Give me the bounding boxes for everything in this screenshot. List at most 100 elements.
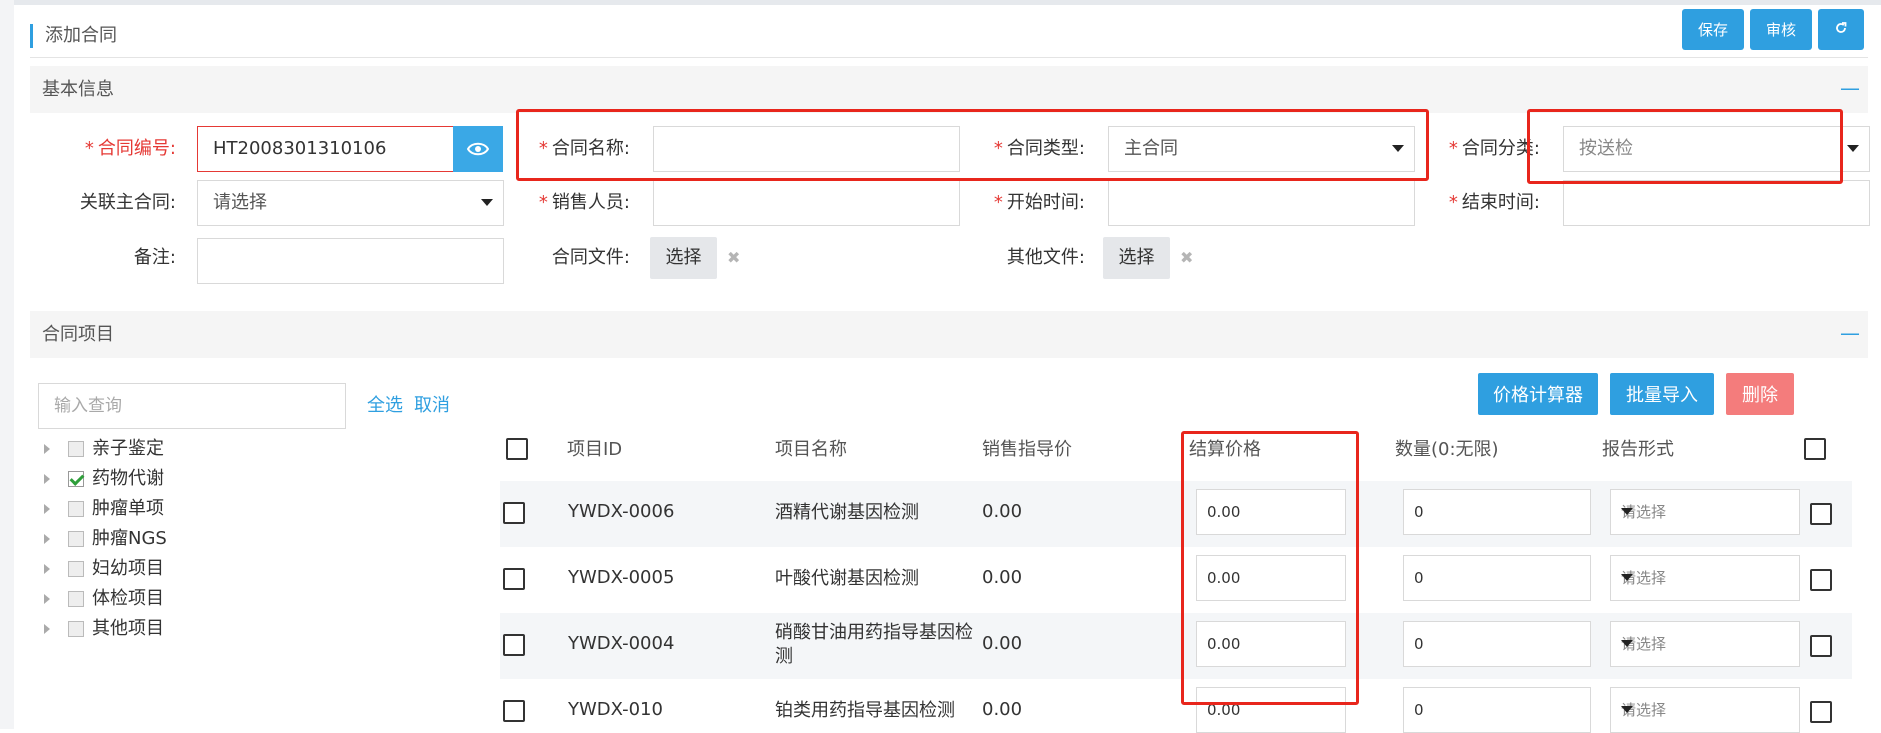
contract-no-field[interactable]: HT2008301310106 (197, 126, 454, 172)
contract-items-header: 合同项目 — (30, 311, 1868, 358)
top-strip (0, 0, 1881, 5)
tree-checkbox[interactable] (68, 441, 84, 457)
row-checkbox-right[interactable] (1810, 569, 1832, 591)
related-main-select[interactable]: 请选择 (197, 180, 504, 226)
row-checkbox[interactable] (503, 700, 525, 722)
view-button[interactable] (453, 126, 503, 172)
refresh-button[interactable] (1818, 9, 1864, 50)
tree-item-label: 亲子鉴定 (92, 438, 164, 459)
row-checkbox[interactable] (503, 568, 525, 590)
audit-button[interactable]: 审核 (1750, 9, 1812, 50)
tree-item-label: 体检项目 (92, 588, 164, 609)
report-format-select[interactable]: 请选择 (1610, 555, 1800, 601)
contract-file-label: 合同文件: (551, 247, 630, 268)
basic-info-collapse[interactable]: — (1840, 66, 1860, 110)
row-guide-price: 0.00 (982, 501, 1023, 522)
refresh-icon (1836, 21, 1847, 33)
row-checkbox-right[interactable] (1810, 503, 1832, 525)
tree-checkbox[interactable] (68, 501, 84, 517)
tree-checkbox[interactable] (68, 561, 84, 577)
tree-item-label: 肿瘤单项 (92, 498, 164, 519)
highlight-box-category (1527, 109, 1843, 184)
row-id: YWDX-0006 (568, 501, 675, 522)
delete-button[interactable]: 删除 (1726, 373, 1794, 415)
end-time-label: * 结束时间: (1448, 192, 1540, 213)
chevron-down-icon (1847, 145, 1859, 152)
tree-item[interactable]: 药物代谢 (44, 466, 164, 492)
tree-checkbox[interactable] (68, 621, 84, 637)
report-format-select[interactable]: 请选择 (1610, 687, 1800, 733)
start-time-field[interactable] (1108, 180, 1415, 226)
sales-label: * 销售人员: (538, 192, 630, 213)
row-guide-price: 0.00 (982, 633, 1023, 654)
price-calculator-button[interactable]: 价格计算器 (1478, 373, 1598, 415)
eye-icon (467, 142, 489, 156)
expand-arrow-icon[interactable] (44, 474, 50, 484)
search-input[interactable]: 输入查询 (38, 383, 346, 429)
qty-input[interactable]: 0 (1403, 687, 1591, 733)
col-header-name: 项目名称 (775, 439, 847, 460)
tree-checkbox[interactable] (68, 471, 84, 487)
basic-info-title: 基本信息 (42, 79, 114, 100)
end-time-field[interactable] (1563, 180, 1870, 226)
tree-item-label: 妇幼项目 (92, 558, 164, 579)
report-format-select[interactable]: 请选择 (1610, 621, 1800, 667)
related-main-label: 关联主合同: (79, 192, 176, 213)
tree-item[interactable]: 肿瘤NGS (44, 526, 167, 552)
batch-import-button[interactable]: 批量导入 (1610, 373, 1714, 415)
tree-item[interactable]: 体检项目 (44, 586, 164, 612)
row-checkbox-right[interactable] (1810, 635, 1832, 657)
col-header-guide-price: 销售指导价 (982, 439, 1072, 460)
row-checkbox-right[interactable] (1810, 701, 1832, 723)
header-checkbox[interactable] (506, 438, 528, 460)
other-file-button[interactable]: 选择 (1103, 237, 1170, 279)
title-divider (30, 57, 1868, 58)
contract-items-collapse[interactable]: — (1840, 311, 1860, 355)
row-id: YWDX-0004 (568, 633, 675, 654)
basic-info-header: 基本信息 — (30, 66, 1868, 113)
highlight-box-settle-price (1181, 431, 1359, 705)
row-name: 硝酸甘油用药指导基因检测 (775, 622, 973, 667)
chevron-down-icon (1621, 508, 1633, 515)
chevron-down-icon (1621, 640, 1633, 647)
qty-input[interactable]: 0 (1403, 489, 1591, 535)
contract-no-label: * 合同编号: (84, 138, 176, 159)
row-guide-price: 0.00 (982, 699, 1023, 720)
chevron-down-icon (1621, 574, 1633, 581)
tree-item[interactable]: 其他项目 (44, 616, 164, 642)
left-strip (0, 0, 14, 729)
contract-file-remove-icon[interactable]: ✖ (727, 237, 740, 279)
contract-category-label: * 合同分类: (1448, 138, 1540, 159)
remark-label: 备注: (133, 247, 176, 268)
expand-arrow-icon[interactable] (44, 624, 50, 634)
save-button[interactable]: 保存 (1682, 9, 1744, 50)
qty-input[interactable]: 0 (1403, 555, 1591, 601)
tree-item-label: 肿瘤NGS (92, 528, 167, 549)
tree-item[interactable]: 亲子鉴定 (44, 436, 164, 462)
expand-arrow-icon[interactable] (44, 444, 50, 454)
remark-field[interactable] (197, 238, 504, 284)
select-all-link[interactable]: 全选 (367, 383, 403, 429)
qty-input[interactable]: 0 (1403, 621, 1591, 667)
sales-field[interactable] (653, 180, 960, 226)
expand-arrow-icon[interactable] (44, 564, 50, 574)
row-guide-price: 0.00 (982, 567, 1023, 588)
header-checkbox-right[interactable] (1804, 438, 1826, 460)
expand-arrow-icon[interactable] (44, 594, 50, 604)
expand-arrow-icon[interactable] (44, 534, 50, 544)
tree-checkbox[interactable] (68, 531, 84, 547)
tree-item[interactable]: 肿瘤单项 (44, 496, 164, 522)
contract-file-button[interactable]: 选择 (650, 237, 717, 279)
row-id: YWDX-0005 (568, 567, 675, 588)
expand-arrow-icon[interactable] (44, 504, 50, 514)
row-checkbox[interactable] (503, 502, 525, 524)
col-header-id: 项目ID (567, 439, 623, 460)
tree-checkbox[interactable] (68, 591, 84, 607)
tree-item-label: 其他项目 (92, 618, 164, 639)
row-checkbox[interactable] (503, 634, 525, 656)
chevron-down-icon (1621, 706, 1633, 713)
report-format-select[interactable]: 请选择 (1610, 489, 1800, 535)
cancel-link[interactable]: 取消 (414, 383, 450, 429)
tree-item[interactable]: 妇幼项目 (44, 556, 164, 582)
other-file-remove-icon[interactable]: ✖ (1180, 237, 1193, 279)
